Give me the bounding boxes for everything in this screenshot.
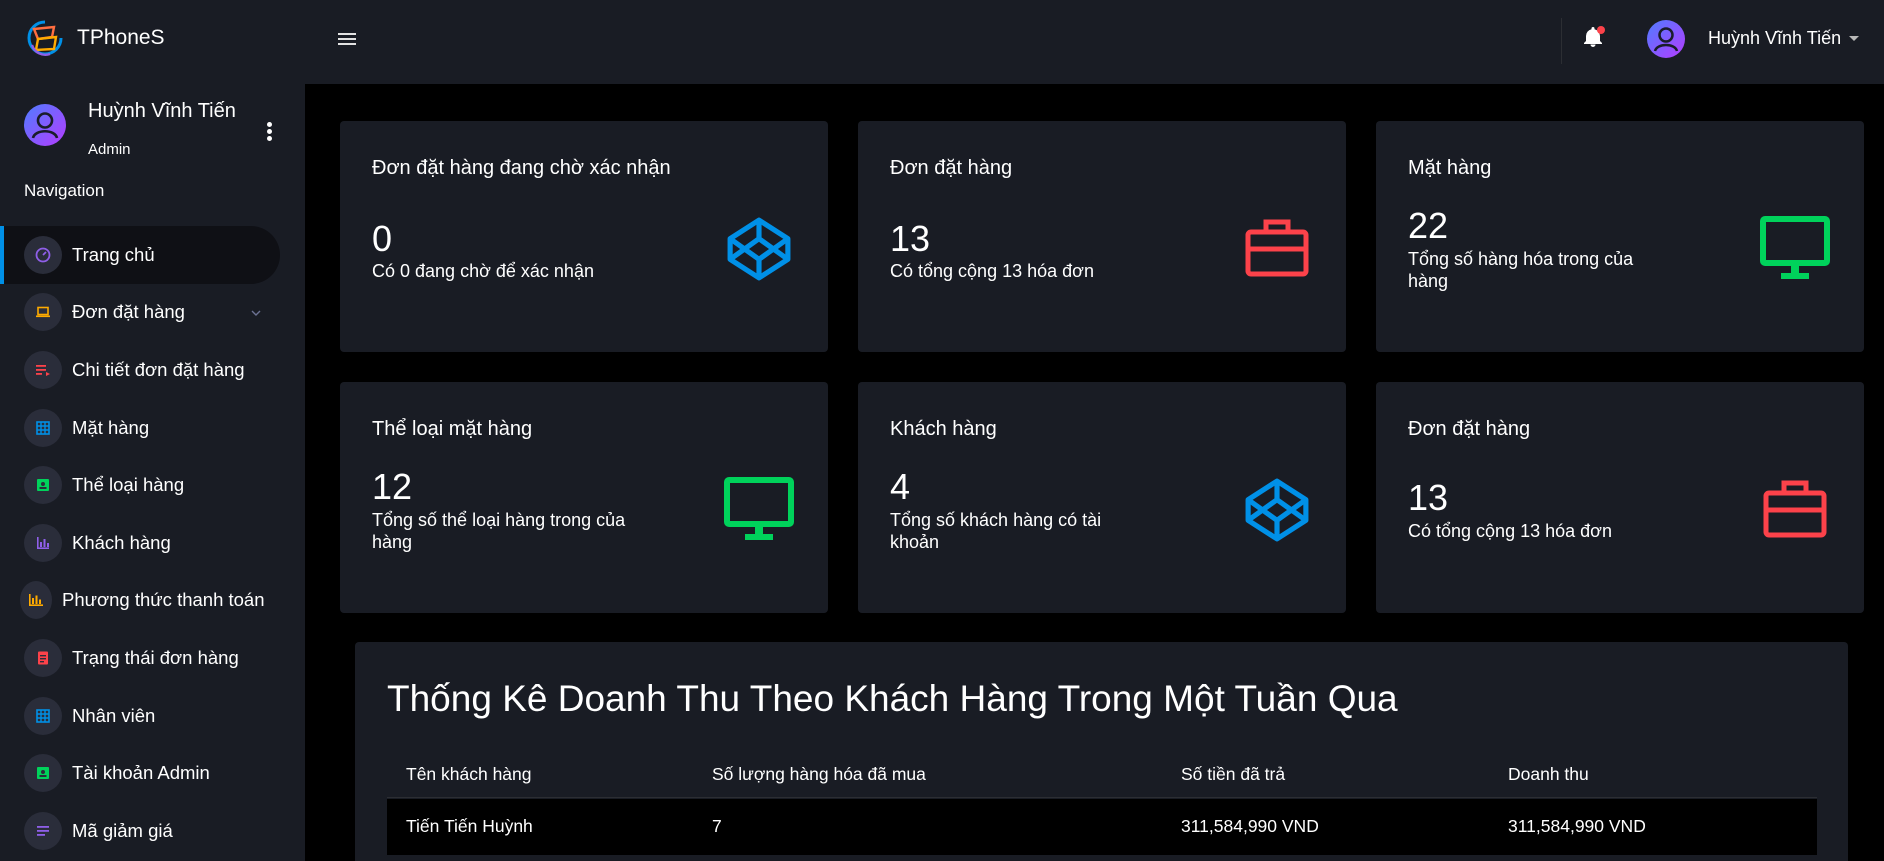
sidebar-item-label: Mã giảm giá (72, 819, 173, 841)
sidebar-item-label: Trạng thái đơn hàng (72, 646, 239, 668)
sidebar-item-label: Trang chủ (72, 243, 155, 265)
codepen-icon (1245, 478, 1309, 542)
grid-icon (24, 408, 62, 447)
sidebar-item-don-dat-hang[interactable]: Đơn đặt hàng (0, 284, 305, 342)
column-header: Số lượng hàng hóa đã mua (712, 764, 926, 784)
card-desc: Có tổng cộng 13 hóa đơn (1408, 521, 1612, 541)
more-vertical-icon[interactable] (264, 122, 274, 144)
stat-card-orders-total: Đơn đặt hàng 13 Có tổng cộng 13 hóa đơn (1376, 382, 1864, 613)
sidebar: Huỳnh Vĩnh Tiến Admin Navigation Trang c… (0, 84, 305, 861)
list-icon (24, 811, 62, 850)
card-title: Khách hàng (890, 418, 997, 440)
bar-chart-icon (24, 523, 62, 562)
notification-dot (1597, 26, 1605, 34)
card-value: 0 (372, 218, 393, 259)
sidebar-nav: Trang chủ Đơn đặt hàng Chi tiết đơn đặt … (0, 226, 305, 860)
profile-role: Admin (88, 141, 131, 158)
playlist-icon (24, 350, 62, 389)
card-title: Đơn đặt hàng (890, 157, 1013, 179)
monitor-icon (724, 477, 794, 540)
nav-heading: Navigation (24, 181, 105, 200)
top-navbar: TPhoneS Huỳnh Vĩnh Tiến (0, 0, 1884, 84)
avatar (24, 104, 66, 146)
sidebar-item-label: Tài khoản Admin (72, 762, 210, 784)
card-desc: Tổng số hàng hóa trong của hàng (1408, 249, 1634, 291)
table-row[interactable]: Tiến Tiến Huỳnh 7 311,584,990 VND 311,58… (387, 799, 1817, 855)
card-desc: Có tổng cộng 13 hóa đơn (890, 261, 1094, 281)
stat-card-pending-orders: Đơn đặt hàng đang chờ xác nhận 0 Có 0 đa… (340, 121, 828, 352)
stat-card-categories: Thể loại mặt hàng 12 Tổng số thể loại hà… (340, 382, 828, 613)
sidebar-item-label: Thể loại hàng (72, 474, 185, 496)
stat-card-products: Mặt hàng 22 Tổng số hàng hóa trong của h… (1376, 121, 1864, 352)
codepen-icon (727, 217, 791, 281)
table-cell: Tiến Tiến Huỳnh (406, 816, 533, 836)
sidebar-item-ma-giam-gia[interactable]: Mã giảm giá (0, 802, 305, 860)
column-header: Số tiền đã trả (1181, 764, 1286, 784)
sidebar-item-label: Chi tiết đơn đặt hàng (72, 358, 245, 380)
user-name: Huỳnh Vĩnh Tiến (1708, 28, 1842, 48)
briefcase-icon (1245, 219, 1309, 277)
card-value: 4 (890, 466, 911, 507)
stat-card-customers: Khách hàng 4 Tổng số khách hàng có tài k… (858, 382, 1346, 613)
sidebar-item-label: Khách hàng (72, 531, 171, 553)
revenue-panel: Thống Kê Doanh Thu Theo Khách Hàng Trong… (355, 642, 1848, 861)
briefcase-icon (1763, 480, 1827, 538)
sidebar-item-trang-chu[interactable]: Trang chủ (0, 226, 280, 284)
grid-icon (24, 696, 62, 735)
monitor-icon (1760, 216, 1830, 279)
table-cell: 311,584,990 VND (1508, 816, 1646, 836)
sidebar-item-nhan-vien[interactable]: Nhân viên (0, 687, 305, 745)
card-value: 13 (1408, 477, 1449, 518)
table-cell: 7 (712, 816, 722, 836)
sidebar-item-khach-hang[interactable]: Khách hàng (0, 514, 305, 572)
profile-name: Huỳnh Vĩnh Tiến (88, 100, 236, 122)
hamburger-icon[interactable] (338, 30, 356, 46)
sidebar-item-label: Đơn đặt hàng (72, 301, 185, 323)
speedometer-icon (24, 235, 62, 274)
sidebar-item-label: Phương thức thanh toán (62, 589, 265, 611)
brand-name: TPhoneS (77, 26, 165, 49)
sidebar-item-chi-tiet-don-dat-hang[interactable]: Chi tiết đơn đặt hàng (0, 341, 305, 399)
chevron-down-icon (251, 310, 261, 316)
column-header: Tên khách hàng (406, 764, 532, 784)
column-header: Doanh thu (1508, 764, 1589, 784)
caret-down-icon (1849, 36, 1860, 41)
tphones-logo (27, 20, 63, 56)
card-desc: Có 0 đang chờ để xác nhận (372, 261, 594, 281)
card-value: 13 (890, 218, 931, 259)
revenue-title: Thống Kê Doanh Thu Theo Khách Hàng Trong… (387, 678, 1398, 719)
table-cell: 311,584,990 VND (1181, 816, 1319, 836)
navbar-divider (1561, 18, 1562, 64)
user-menu[interactable]: Huỳnh Vĩnh Tiến (1708, 28, 1860, 49)
chart-bar-icon (20, 581, 52, 620)
document-icon (24, 638, 62, 677)
table-header: Tên khách hàng Số lượng hàng hóa đã mua … (387, 754, 1817, 798)
card-title: Đơn đặt hàng (1408, 418, 1531, 440)
card-title: Đơn đặt hàng đang chờ xác nhận (372, 157, 671, 179)
sidebar-item-mat-hang[interactable]: Mặt hàng (0, 399, 305, 457)
brand[interactable]: TPhoneS (24, 17, 165, 59)
card-title: Thể loại mặt hàng (372, 418, 533, 440)
sidebar-profile: Huỳnh Vĩnh Tiến Admin (24, 100, 294, 160)
sidebar-item-trang-thai-don-hang[interactable]: Trạng thái đơn hàng (0, 629, 305, 687)
notification-button[interactable] (1581, 24, 1607, 52)
laptop-icon (24, 293, 62, 332)
card-desc: Tổng số khách hàng có tài khoản (890, 510, 1102, 552)
stat-card-orders: Đơn đặt hàng 13 Có tổng cộng 13 hóa đơn (858, 121, 1346, 352)
card-value: 22 (1408, 205, 1449, 246)
card-desc: Tổng số thể loại hàng trong của hàng (372, 510, 626, 552)
sidebar-item-label: Mặt hàng (72, 416, 150, 438)
sidebar-item-tai-khoan-admin[interactable]: Tài khoản Admin (0, 744, 305, 802)
sidebar-item-the-loai-hang[interactable]: Thể loại hàng (0, 456, 305, 514)
contacts-icon (24, 466, 62, 505)
sidebar-item-label: Nhân viên (72, 704, 156, 726)
contacts-icon (24, 754, 62, 793)
card-value: 12 (372, 466, 413, 507)
sidebar-item-phuong-thuc-thanh-toan[interactable]: Phương thức thanh toán (0, 572, 305, 630)
avatar[interactable] (1647, 20, 1685, 58)
card-title: Mặt hàng (1408, 157, 1492, 179)
